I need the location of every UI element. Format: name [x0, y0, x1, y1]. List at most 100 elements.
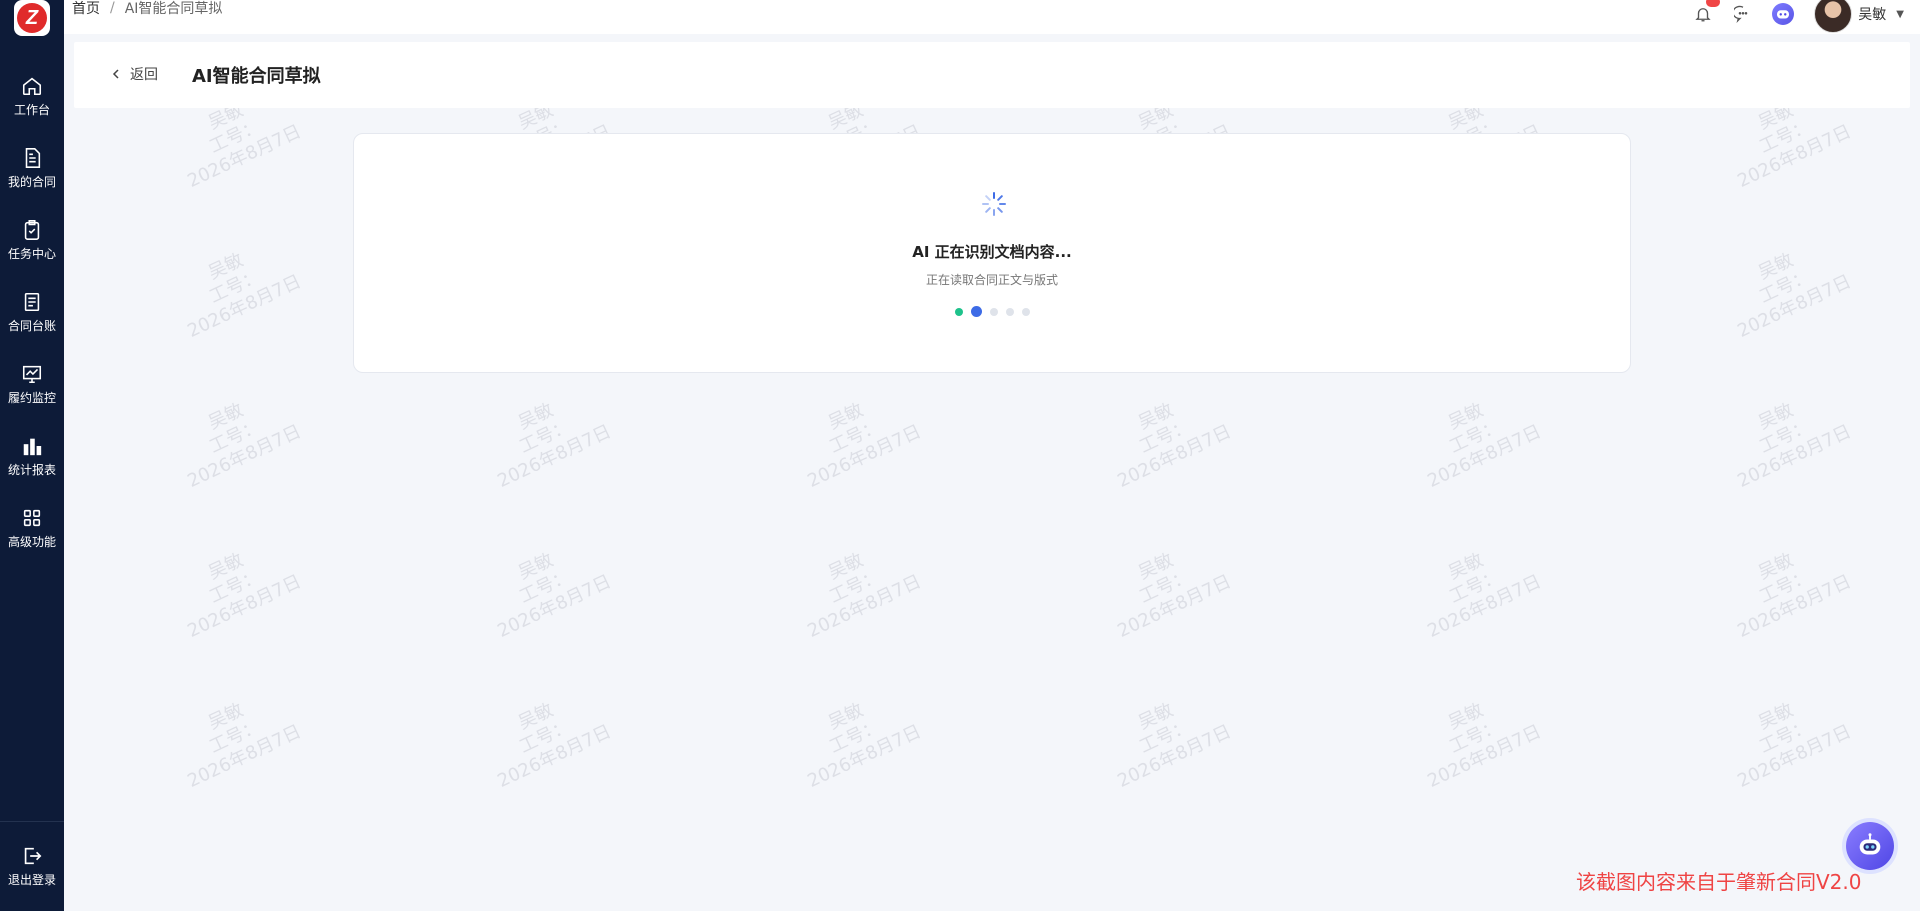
watermark-line: 工号： — [1756, 415, 1815, 458]
watermark: 吴敏工号：2026年8月7日 — [1716, 531, 1855, 643]
sidebar-item-statistics[interactable]: 统计报表 — [0, 420, 64, 492]
watermark-line: 2026年8月7日 — [1424, 421, 1545, 492]
watermark-line: 2026年8月7日 — [184, 121, 305, 192]
chat-icon — [1734, 5, 1748, 23]
watermark: 吴敏工号：2026年8月7日 — [786, 531, 925, 643]
watermark-line: 工号： — [1756, 715, 1815, 758]
page-title: AI智能合同草拟 — [192, 66, 321, 87]
ledger-icon — [24, 292, 40, 311]
app-logo[interactable]: Z — [14, 0, 50, 36]
avatar[interactable] — [1814, 0, 1853, 33]
breadcrumb-current: AI智能合同草拟 — [124, 1, 223, 17]
watermark-line: 工号： — [1756, 565, 1815, 608]
watermark-line: 2026年8月7日 — [184, 721, 305, 792]
sidebar-item-advanced[interactable]: 高级功能 — [0, 492, 64, 564]
watermark-line: 吴敏 — [1445, 699, 1487, 734]
watermark: 吴敏工号：2026年8月7日 — [1716, 231, 1855, 343]
watermark: 吴敏工号：2026年8月7日 — [166, 531, 305, 643]
watermark-line: 工号： — [206, 715, 265, 758]
watermark: 吴敏工号：2026年8月7日 — [1716, 681, 1855, 793]
breadcrumb: 首页 / AI智能合同草拟 — [72, 0, 222, 18]
watermark-line: 吴敏 — [205, 399, 247, 434]
home-icon — [22, 77, 42, 95]
sidebar-item-workbench[interactable]: 工作台 — [0, 60, 64, 132]
sidebar-item-label: 我的合同 — [7, 174, 56, 189]
sidebar-item-contract-ledger[interactable]: 合同台账 — [0, 276, 64, 348]
sidebar-item-label: 高级功能 — [7, 534, 56, 549]
watermark-line: 2026年8月7日 — [1114, 421, 1235, 492]
messages-button[interactable] — [1732, 3, 1754, 25]
back-button[interactable]: 返回 — [110, 64, 158, 84]
progress-step-dot — [970, 306, 982, 317]
watermark-line: 吴敏 — [825, 699, 867, 734]
watermark-line: 工号： — [1756, 115, 1815, 158]
watermark-line: 工号： — [206, 415, 265, 458]
watermark-line: 吴敏 — [1445, 549, 1487, 584]
back-label: 返回 — [130, 67, 158, 83]
watermark-line: 2026年8月7日 — [1734, 421, 1855, 492]
chevron-left-icon — [112, 69, 119, 79]
watermark-line: 2026年8月7日 — [1114, 571, 1235, 642]
logo-mark: Z — [17, 3, 47, 33]
clipboard-check-icon — [24, 219, 40, 240]
watermark-line: 2026年8月7日 — [804, 571, 925, 642]
sidebar-footer: 退出登录 — [0, 821, 64, 911]
watermark-line: 吴敏 — [1135, 699, 1177, 734]
progress-step-dot — [1021, 307, 1030, 316]
sidebar-item-performance-monitor[interactable]: 履约监控 — [0, 348, 64, 420]
watermark: 吴敏工号：2026年8月7日 — [476, 381, 615, 493]
page-header: 返回 AI智能合同草拟 — [74, 42, 1910, 108]
ai-assistant-button[interactable] — [1772, 3, 1795, 25]
breadcrumb-home[interactable]: 首页 — [72, 0, 100, 18]
progress-step-dot — [954, 307, 963, 316]
watermark-line: 吴敏 — [1135, 399, 1177, 434]
watermark-line: 2026年8月7日 — [494, 571, 615, 642]
watermark-line: 吴敏 — [205, 549, 247, 584]
watermark-line: 吴敏 — [1755, 399, 1797, 434]
watermark-line: 2026年8月7日 — [1424, 571, 1545, 642]
user-name[interactable]: 吴敏 — [1858, 4, 1886, 24]
watermark-line: 工号： — [1756, 265, 1815, 308]
watermark-line: 2026年8月7日 — [494, 421, 615, 492]
watermark-line: 吴敏 — [825, 549, 867, 584]
watermark-line: 吴敏 — [1755, 549, 1797, 584]
watermark-line: 工号： — [1136, 415, 1195, 458]
watermark: 吴敏工号：2026年8月7日 — [166, 231, 305, 343]
watermark-line: 工号： — [1446, 565, 1505, 608]
logout-button[interactable]: 退出登录 — [0, 822, 64, 910]
watermark-line: 2026年8月7日 — [184, 571, 305, 642]
logout-label: 退出登录 — [7, 872, 56, 887]
sidebar-item-task-center[interactable]: 任务中心 — [0, 204, 64, 276]
sidebar-item-label: 工作台 — [13, 102, 50, 117]
watermark-line: 工号： — [1136, 715, 1195, 758]
watermark-line: 吴敏 — [515, 399, 557, 434]
watermark-line: 工号： — [206, 115, 265, 158]
watermark-line: 工号： — [516, 715, 575, 758]
watermark-line: 2026年8月7日 — [1114, 721, 1235, 792]
watermark: 吴敏工号：2026年8月7日 — [1406, 681, 1545, 793]
watermark-line: 2026年8月7日 — [1734, 571, 1855, 642]
watermark-line: 工号： — [516, 415, 575, 458]
watermark-line: 吴敏 — [515, 699, 557, 734]
watermark: 吴敏工号：2026年8月7日 — [786, 681, 925, 793]
caret-down-icon[interactable]: ▼ — [1896, 9, 1904, 20]
watermark: 吴敏工号：2026年8月7日 — [166, 681, 305, 793]
watermark-line: 2026年8月7日 — [804, 721, 925, 792]
loading-subtitle: 正在读取合同正文与版式 — [925, 273, 1058, 287]
sidebar-item-label: 合同台账 — [7, 318, 56, 333]
notifications-button[interactable] — [1692, 0, 1721, 25]
watermark-line: 2026年8月7日 — [1734, 721, 1855, 792]
watermark-line: 吴敏 — [1445, 399, 1487, 434]
watermark-line: 工号： — [826, 415, 885, 458]
watermark: 吴敏工号：2026年8月7日 — [1096, 531, 1235, 643]
watermark-line: 工号： — [206, 265, 265, 308]
watermark-line: 吴敏 — [1755, 699, 1797, 734]
ai-bot-fab[interactable] — [1846, 822, 1894, 870]
sidebar-item-my-contracts[interactable]: 我的合同 — [0, 132, 64, 204]
watermark-line: 2026年8月7日 — [184, 271, 305, 342]
watermark-line: 工号： — [516, 565, 575, 608]
progress-steps — [354, 306, 1630, 317]
bell-icon — [1695, 8, 1711, 22]
grid-icon — [23, 509, 41, 526]
watermark-line: 工号： — [826, 715, 885, 758]
